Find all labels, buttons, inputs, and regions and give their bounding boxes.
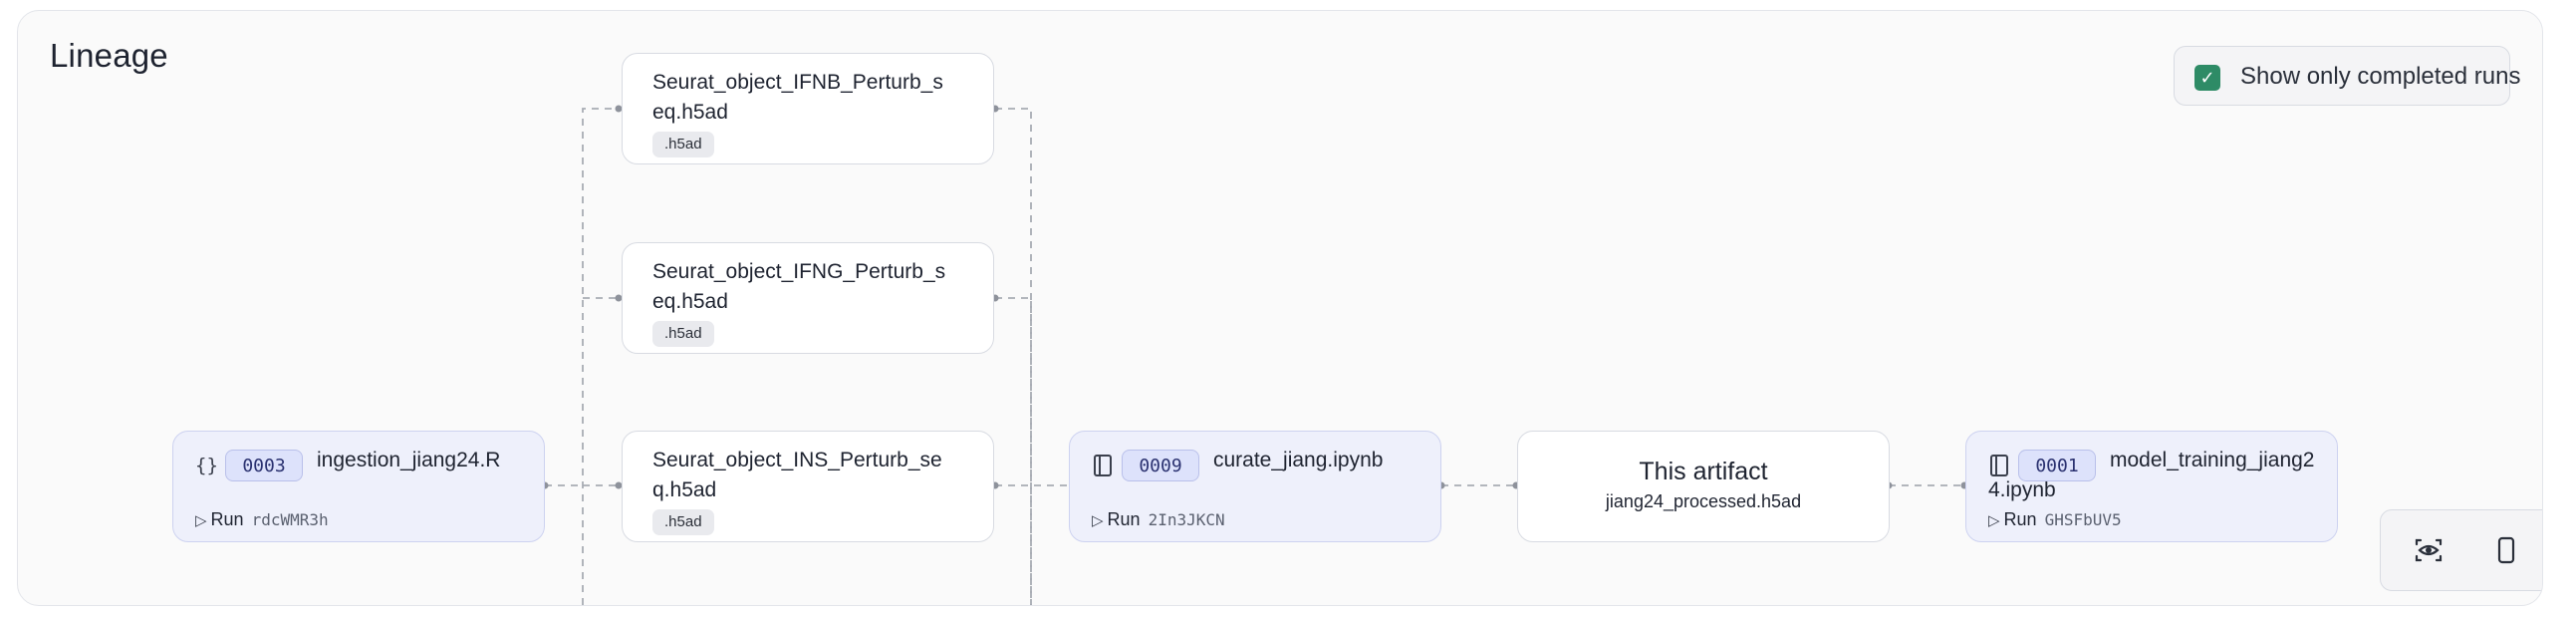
run-id: GHSFbUV5 <box>2044 510 2122 529</box>
play-icon: ▷ <box>1988 512 2000 529</box>
run-label: Run <box>1107 509 1141 529</box>
artifact-filename: jiang24_processed.h5ad <box>1605 491 1802 511</box>
artifact-filename: Seurat_object_IFNG_Perturb_seq.h5ad <box>652 260 946 313</box>
input-artifact-node[interactable]: Seurat_object_INS_Perturb_seq.h5ad .h5ad <box>622 431 994 542</box>
run-id: rdcWMR3h <box>251 510 329 529</box>
input-artifact-node[interactable]: Seurat_object_IFNG_Perturb_seq.h5ad .h5a… <box>622 242 994 354</box>
run-link[interactable]: ▷ Run 2In3JKCN <box>1092 507 1225 533</box>
run-label: Run <box>210 509 244 529</box>
input-artifact-node[interactable]: Seurat_object_IFNB_Perturb_seq.h5ad .h5a… <box>622 53 994 164</box>
artifact-title: This artifact <box>1639 458 1768 485</box>
file-extension-badge: .h5ad <box>652 132 714 157</box>
run-id: 2In3JKCN <box>1148 510 1225 529</box>
run-number-badge: 0009 <box>1122 450 1199 481</box>
run-number-badge: 0003 <box>225 450 303 481</box>
checkbox-checked-icon[interactable]: ✓ <box>2194 65 2220 91</box>
toggle-label: Show only completed runs <box>2240 63 2521 90</box>
artifact-filename: Seurat_object_IFNB_Perturb_seq.h5ad <box>652 71 943 124</box>
file-extension-badge: .h5ad <box>652 321 714 347</box>
view-controls <box>2380 509 2542 591</box>
lineage-panel: Lineage {} ingestion_jiang24.R 0003 ▷ Ru… <box>17 10 2543 606</box>
play-icon: ▷ <box>1092 512 1104 529</box>
run-node-ingestion[interactable]: {} ingestion_jiang24.R 0003 ▷ Run rdcWMR3h <box>172 431 545 542</box>
file-extension-badge: .h5ad <box>652 509 714 535</box>
run-link[interactable]: ▷ Run GHSFbUV5 <box>1988 507 2122 533</box>
run-link[interactable]: ▷ Run rdcWMR3h <box>195 507 329 533</box>
run-node-training[interactable]: model_training_jiang24.ipynb 0001 ▷ Run GH… <box>1965 431 2338 542</box>
current-artifact-node[interactable]: This artifact jiang24_processed.h5ad <box>1517 431 1890 542</box>
play-icon: ▷ <box>195 512 207 529</box>
phone-icon[interactable] <box>2486 530 2526 570</box>
artifact-filename: Seurat_object_INS_Perturb_seq.h5ad <box>652 449 942 501</box>
run-number-badge: 0001 <box>2018 450 2096 481</box>
completed-runs-toggle[interactable]: ✓ Show only completed runs <box>2174 46 2520 106</box>
eye-focus-icon[interactable] <box>2409 530 2448 570</box>
run-node-curate[interactable]: curate_jiang.ipynb 0009 ▷ Run 2In3JKCN <box>1069 431 1441 542</box>
run-label: Run <box>2003 509 2037 529</box>
